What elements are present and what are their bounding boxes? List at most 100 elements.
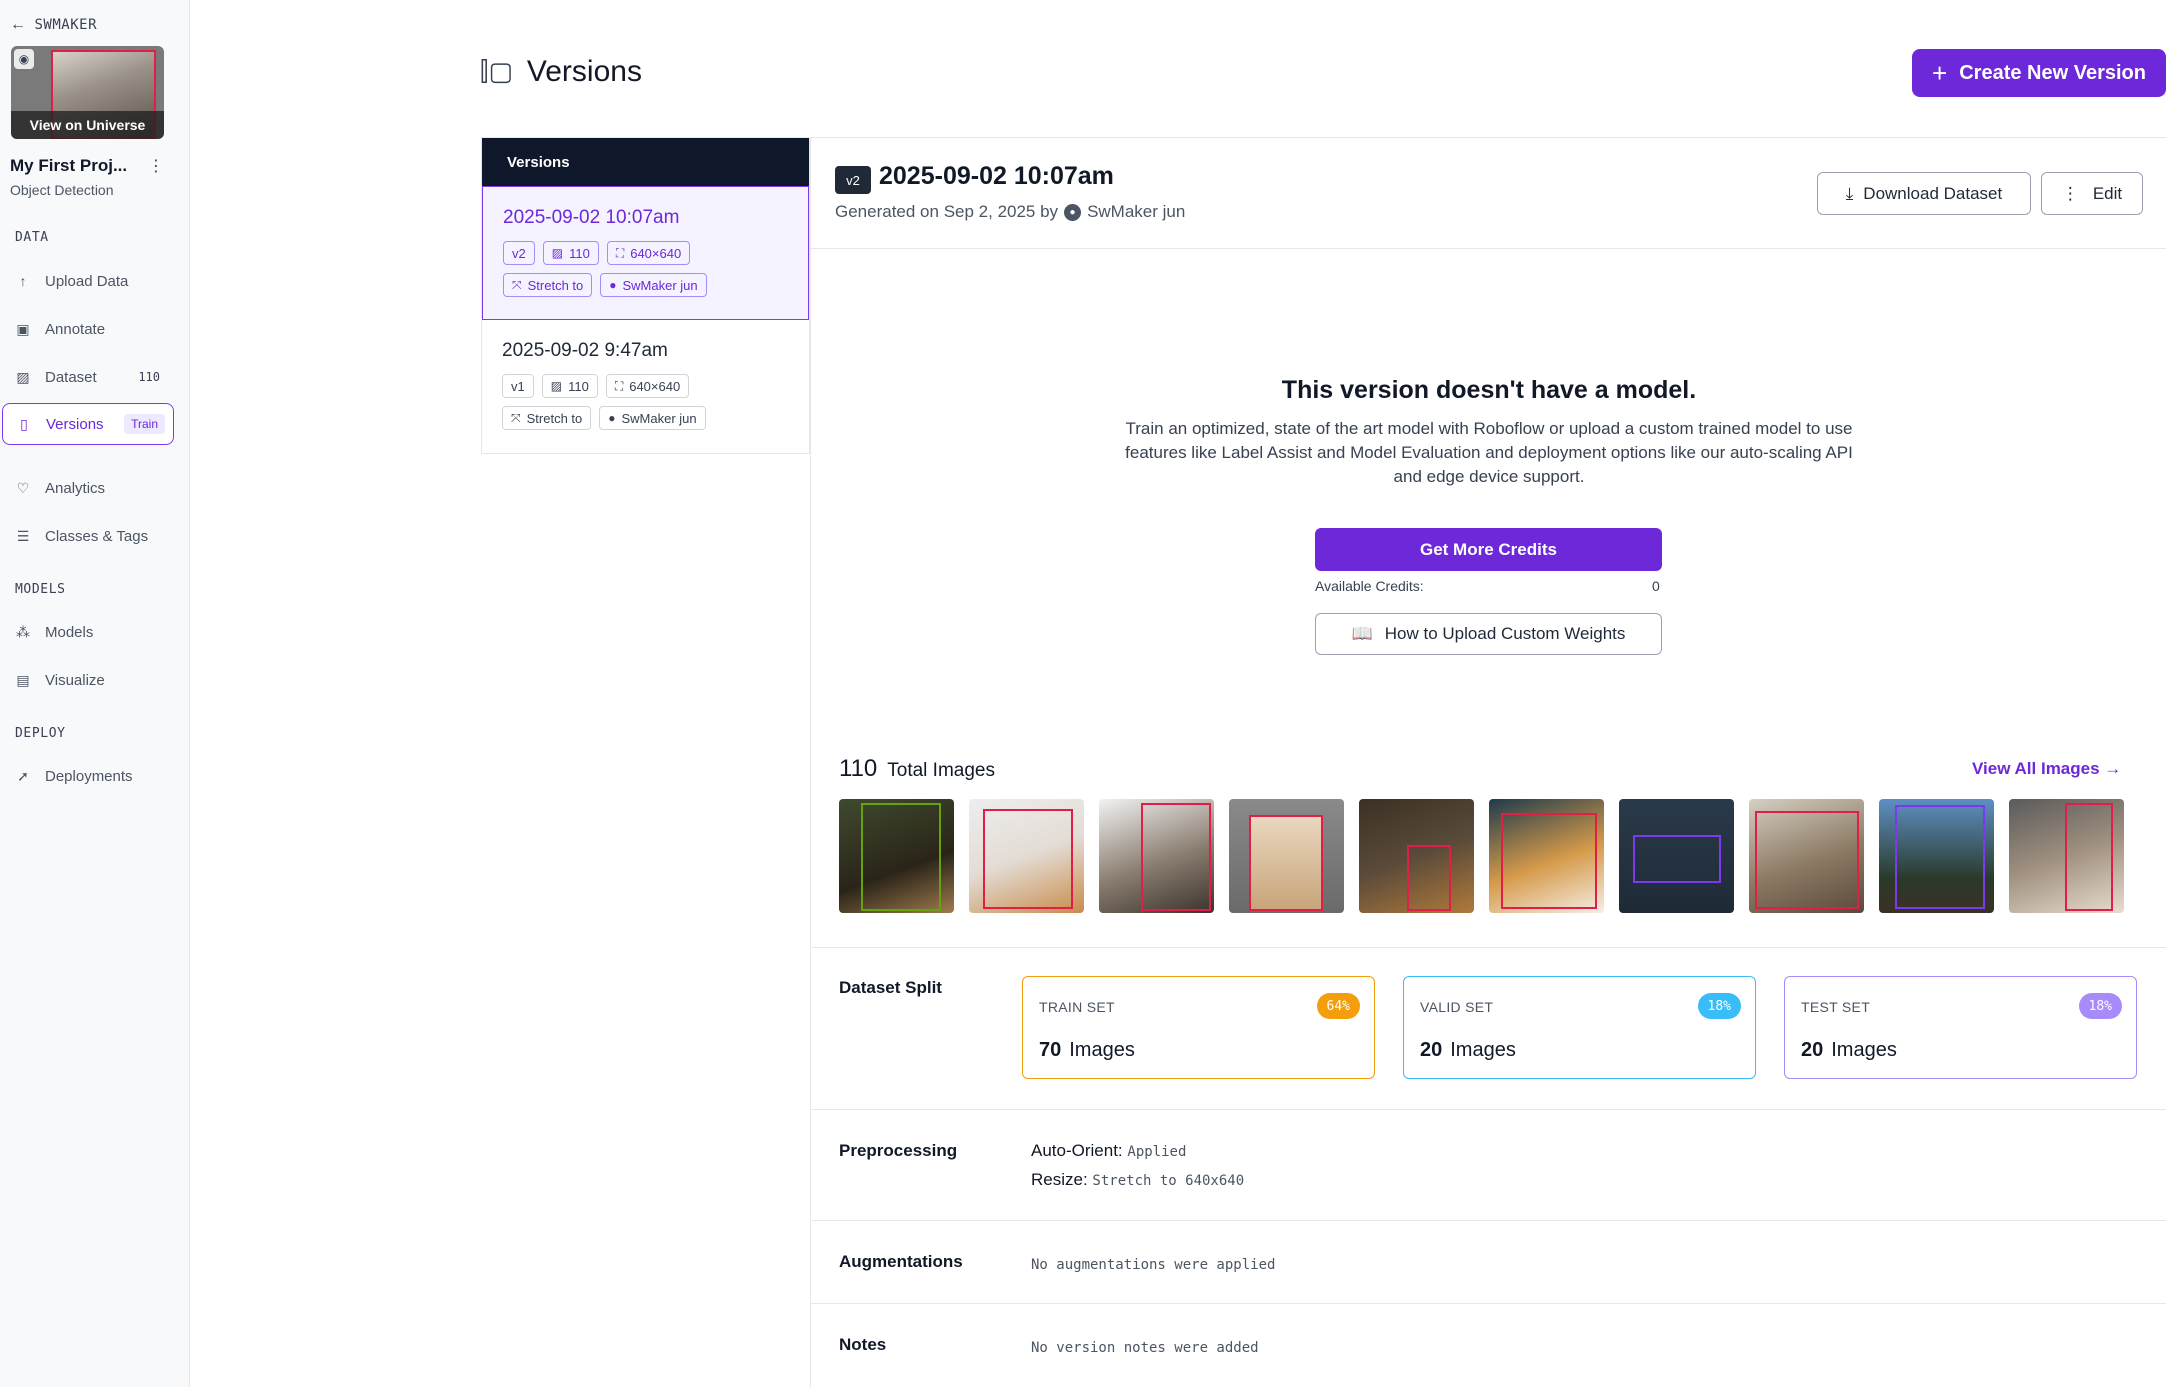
image-thumbnail[interactable] — [839, 799, 954, 913]
sidebar-item-analytics[interactable]: ♡ Analytics — [2, 467, 174, 509]
set-count-value: 70 — [1039, 1039, 1062, 1061]
view-on-universe-label[interactable]: View on Universe — [11, 111, 164, 139]
size-chip: ⛶ 640×640 — [606, 241, 691, 265]
sidebar-item-deployments[interactable]: ➚ Deployments — [2, 755, 174, 797]
total-images-count: 110 — [839, 755, 878, 782]
get-more-credits-button[interactable]: Get More Credits — [1315, 528, 1662, 571]
download-icon: ⤓ — [1845, 183, 1854, 203]
image-thumbnail[interactable] — [1489, 799, 1604, 913]
sidebar-item-models[interactable]: ⁂ Models — [2, 611, 174, 653]
train-set-card[interactable]: TRAIN SET 64% 70 Images — [1022, 976, 1375, 1079]
divider — [811, 1303, 2166, 1304]
divider — [811, 1220, 2166, 1221]
generated-prefix: Generated on Sep 2, 2025 by — [835, 202, 1059, 221]
preprocessing-value: Applied — [1127, 1144, 1187, 1160]
version-card[interactable]: 2025-09-02 9:47am v1 ▨ 110 ⛶ 640×640 ⤧ Stre… — [482, 320, 809, 454]
author-chip: ● SwMaker jun — [599, 406, 706, 430]
valid-set-card[interactable]: VALID SET 18% 20 Images — [1403, 976, 1756, 1079]
back-arrow-icon: ← — [10, 16, 27, 33]
image-thumbnail[interactable] — [1359, 799, 1474, 913]
stretch-icon: ⤧ — [512, 277, 522, 292]
notes-value: No version notes were added — [1031, 1337, 1259, 1357]
sidebar-item-label: Deployments — [45, 767, 133, 785]
preprocessing-auto-orient: Auto-Orient: Applied — [1031, 1141, 1186, 1161]
image-thumbnail[interactable] — [1619, 799, 1734, 913]
image-count: 110 — [569, 245, 590, 261]
set-count-unit: Images — [1450, 1039, 1516, 1061]
upload-custom-weights-button[interactable]: 📖 How to Upload Custom Weights — [1315, 613, 1662, 655]
no-model-description: Train an optimized, state of the art mod… — [1125, 419, 1853, 486]
project-thumbnail[interactable]: ◉ View on Universe — [11, 46, 164, 139]
author-name: SwMaker jun — [622, 277, 698, 293]
set-count-unit: Images — [1069, 1039, 1135, 1061]
globe-icon: ◉ — [14, 49, 34, 69]
page-title: ⫿▢ Versions — [480, 55, 642, 89]
create-new-version-button[interactable]: + Create New Version — [1912, 49, 2166, 97]
user-icon: ● — [1064, 203, 1082, 221]
set-count-value: 20 — [1801, 1039, 1824, 1061]
set-name: VALID SET — [1420, 999, 1494, 1015]
preprocessing-value: Stretch to 640x640 — [1092, 1173, 1245, 1189]
test-set-card[interactable]: TEST SET 18% 20 Images — [1784, 976, 2137, 1079]
sidebar-item-label: Dataset — [45, 368, 97, 386]
sidebar-item-label: Analytics — [45, 479, 106, 497]
annotate-icon: ▣ — [16, 320, 30, 337]
total-images-label: Total Images — [887, 760, 995, 781]
user-icon: ● — [608, 411, 616, 425]
list-icon: ☰ — [16, 527, 30, 544]
project-name[interactable]: My First Proj... — [10, 156, 127, 176]
view-all-images-label: View All Images — [1972, 759, 2100, 778]
image-count: 110 — [568, 378, 589, 394]
sidebar-item-visualize[interactable]: ▤ Visualize — [2, 659, 174, 701]
versions-list-heading: Versions — [482, 138, 809, 186]
image-thumbnail[interactable] — [969, 799, 1084, 913]
available-credits-value: 0 — [1652, 578, 1660, 594]
author-name: SwMaker jun — [621, 410, 697, 426]
plus-icon: + — [1932, 57, 1948, 88]
preprocessing-key: Auto-Orient: — [1031, 1141, 1123, 1160]
upload-icon: ↑ — [19, 273, 27, 289]
sidebar-item-annotate[interactable]: ▣ Annotate — [2, 308, 174, 350]
image-icon: ▨ — [550, 379, 563, 393]
divider — [811, 947, 2166, 948]
edit-button[interactable]: ⋮ Edit — [2041, 172, 2143, 215]
image-count-chip: ▨ 110 — [541, 374, 598, 398]
version-card[interactable]: 2025-09-02 10:07am v2 ▨ 110 ⛶ 640×640 ⤧ Str… — [482, 186, 809, 320]
image-thumbnail[interactable] — [1229, 799, 1344, 913]
download-dataset-button[interactable]: ⤓ Download Dataset — [1817, 172, 2031, 215]
project-menu-icon[interactable]: ⋮ — [148, 156, 164, 176]
augmentations-text: No augmentations were applied — [1031, 1257, 1276, 1273]
image-thumbnail[interactable] — [1879, 799, 1994, 913]
dataset-split-label: Dataset Split — [839, 978, 942, 997]
image-thumbnails — [839, 799, 2124, 913]
edit-label: Edit — [2092, 183, 2123, 203]
sidebar-item-upload-data[interactable]: ↑ Upload Data — [2, 260, 174, 302]
sidebar-item-classes-tags[interactable]: ☰ Classes & Tags — [2, 515, 174, 557]
image-icon: ▨ — [16, 368, 30, 385]
version-detail: v2 2025-09-02 10:07am Generated on Sep 2… — [810, 137, 2166, 1387]
models-icon: ⁂ — [16, 623, 30, 640]
notes-label: Notes — [839, 1335, 887, 1354]
dataset-count: 110 — [138, 370, 160, 384]
view-all-images-link[interactable]: View All Images → — [1972, 759, 2121, 779]
sidebar-item-versions[interactable]: ▯ Versions Train — [2, 403, 174, 445]
version-chip: v1 — [502, 374, 534, 398]
resize-icon: ⛶ — [615, 245, 625, 260]
image-thumbnail[interactable] — [1749, 799, 1864, 913]
sidebar-item-dataset[interactable]: ▨ Dataset 110 — [2, 356, 174, 398]
sidebar-item-label: Upload Data — [45, 272, 129, 290]
image-thumbnail[interactable] — [2009, 799, 2124, 913]
versions-icon: ⫿▢ — [480, 56, 513, 86]
image-thumbnail[interactable] — [1099, 799, 1214, 913]
set-percent-badge: 64% — [1316, 993, 1360, 1019]
set-count-unit: Images — [1831, 1039, 1897, 1061]
version-tag: v2 — [835, 166, 871, 194]
preprocess-chip: ⤧ Stretch to — [503, 273, 593, 297]
workspace-link[interactable]: ← SWMAKER — [10, 16, 97, 34]
sidebar-item-label: Classes & Tags — [45, 527, 149, 545]
preprocess-chip: ⤧ Stretch to — [502, 406, 592, 430]
version-date: 2025-09-02 10:07am — [503, 207, 680, 228]
train-badge: Train — [124, 414, 165, 434]
project-type: Object Detection — [10, 182, 114, 198]
augmentations-label: Augmentations — [839, 1252, 963, 1271]
